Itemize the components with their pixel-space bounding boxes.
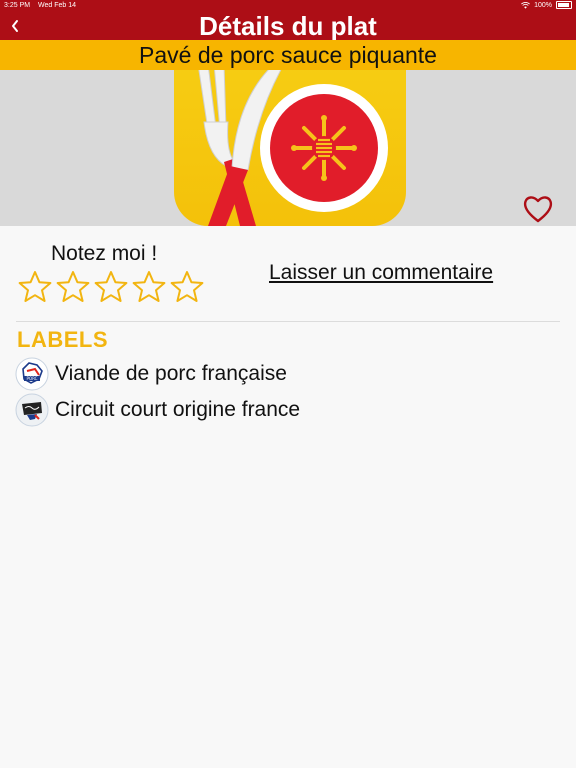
star-icon[interactable] bbox=[56, 270, 90, 304]
section-divider bbox=[16, 321, 560, 322]
rating-label: Notez moi ! bbox=[51, 242, 158, 265]
chevron-left-icon bbox=[12, 20, 18, 32]
label-text: Circuit court origine france bbox=[55, 398, 301, 421]
label-text: Viande de porc française bbox=[55, 362, 287, 385]
star-icon[interactable] bbox=[18, 270, 52, 304]
favorite-button[interactable] bbox=[522, 194, 554, 224]
star-icon[interactable] bbox=[170, 270, 204, 304]
battery-percent: 100% bbox=[534, 1, 552, 9]
leave-comment-link[interactable]: Laisser un commentaire bbox=[269, 261, 493, 285]
circuit-court-badge-icon bbox=[15, 393, 49, 427]
labels-heading: LABELS bbox=[17, 327, 108, 352]
status-time: 3:25 PM bbox=[4, 2, 31, 9]
status-right: 100% bbox=[521, 1, 572, 9]
wifi-icon bbox=[521, 1, 531, 9]
dish-image-area bbox=[0, 70, 576, 226]
page-title: Détails du plat bbox=[199, 11, 377, 41]
svg-text:PORC: PORC bbox=[27, 376, 38, 381]
nav-bar: Détails du plat bbox=[0, 12, 576, 40]
star-icon[interactable] bbox=[94, 270, 128, 304]
label-item: Circuit court origine france bbox=[15, 393, 300, 427]
star-rating[interactable] bbox=[18, 270, 204, 304]
status-date: Wed Feb 14 bbox=[38, 2, 77, 9]
star-icon[interactable] bbox=[132, 270, 166, 304]
dish-name: Pavé de porc sauce piquante bbox=[0, 40, 576, 70]
back-button[interactable] bbox=[4, 14, 26, 38]
battery-icon bbox=[556, 1, 572, 9]
label-item: PORC Viande de porc française bbox=[15, 357, 287, 391]
fork-knife-plate-occitan-cross-icon bbox=[174, 70, 406, 226]
porc-francais-badge-icon: PORC bbox=[15, 357, 49, 391]
heart-icon bbox=[523, 196, 553, 223]
